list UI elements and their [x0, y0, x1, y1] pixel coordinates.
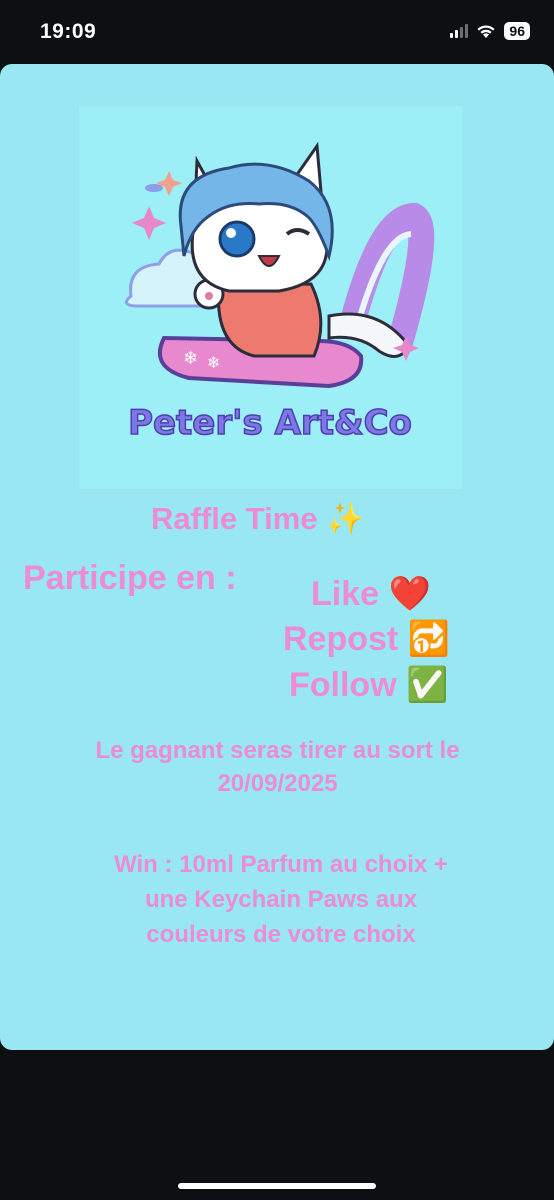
status-icons: 96 — [450, 22, 530, 40]
gagnant-text: Le gagnant seras tirer au sort le 20/09/… — [95, 737, 460, 797]
signal-icon — [450, 24, 469, 38]
story-card[interactable]: ❄ ❄ Peter's Art&Co Raffle Time ✨ Partici… — [0, 64, 554, 1050]
status-bar: 19:09 96 — [0, 0, 554, 64]
logo-image: ❄ ❄ Peter's Art&Co — [79, 106, 462, 489]
action-repost: Repost 🔂 — [283, 620, 451, 658]
participe-label: Participe en : — [23, 559, 237, 597]
action-follow: Follow ✅ — [289, 666, 449, 704]
home-indicator[interactable] — [178, 1183, 376, 1189]
status-time: 19:09 — [40, 20, 97, 43]
logo-text: Peter's Art&Co — [128, 403, 412, 443]
svg-text:❄: ❄ — [183, 348, 198, 369]
prize-text: Win : 10ml Parfum au choix + une Keychai… — [114, 851, 448, 948]
wifi-icon — [477, 24, 495, 38]
raffle-title: Raffle Time ✨ — [151, 501, 365, 536]
svg-text:❄: ❄ — [207, 353, 220, 372]
action-like: Like ❤️ — [311, 575, 431, 613]
cat-mascot-illustration: ❄ ❄ Peter's Art&Co — [125, 141, 435, 444]
battery-icon: 96 — [504, 22, 530, 40]
